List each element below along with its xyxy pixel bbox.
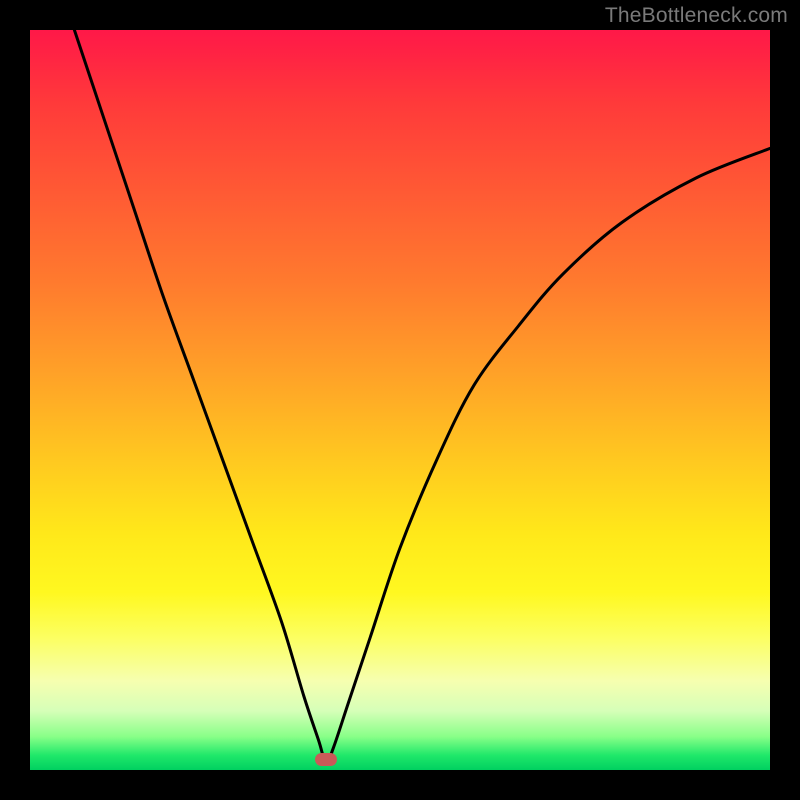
chart-frame: TheBottleneck.com xyxy=(0,0,800,800)
watermark-text: TheBottleneck.com xyxy=(605,4,788,28)
plot-area xyxy=(30,30,770,770)
chart-svg xyxy=(30,30,770,770)
optimum-marker xyxy=(315,753,337,766)
bottleneck-curve-path xyxy=(74,30,770,763)
